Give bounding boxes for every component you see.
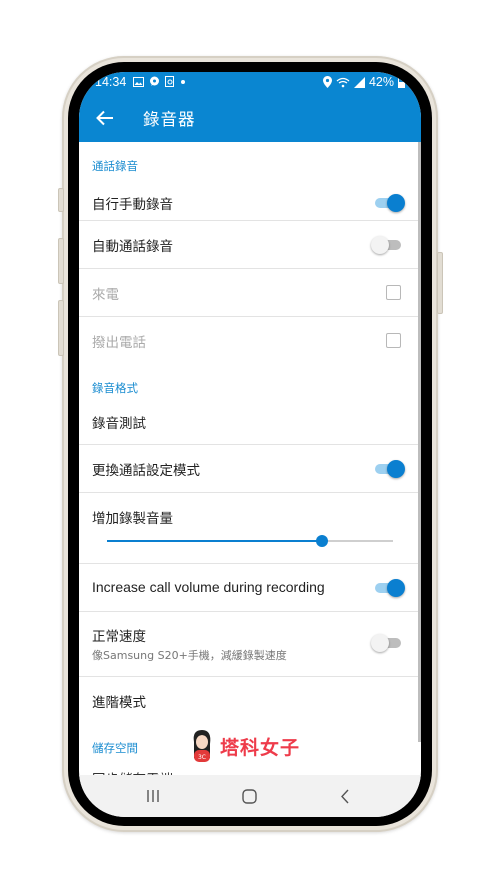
svg-text:3C: 3C [198,754,206,761]
section-header-recording-format: 錄音格式 [92,381,138,395]
setting-title: 增加錄製音量 [92,511,173,527]
battery-percent: 42% [368,75,394,89]
watermark-avatar-icon: 3C [193,730,211,762]
increase-call-volume-toggle[interactable] [373,579,405,597]
back-icon [341,789,349,803]
normal-speed-toggle[interactable] [371,634,403,652]
setting-normal-speed[interactable]: 正常速度 像Samsung S20+手機，減緩錄製速度 [79,612,421,676]
setting-title: 正常速度 [92,629,146,645]
setting-title: 錄音測試 [92,416,146,432]
battery-icon [398,76,405,88]
setting-subtitle: 像Samsung S20+手機，減緩錄製速度 [92,649,287,662]
location-icon [322,76,332,88]
watermark-text: 塔科女子 [220,736,301,759]
screenshot-icon [165,76,174,87]
setting-title: 來電 [92,287,119,303]
switch-call-mode-toggle[interactable] [373,460,405,478]
settings-list: 通話錄音 自行手動錄音 自動通話錄音 來電 撥出電話 錄音格式 錄音測試 更換通… [79,142,421,775]
section-header-call-recording: 通話錄音 [92,159,138,173]
setting-incoming[interactable]: 來電 [79,269,421,316]
volume-button-2 [58,238,64,284]
setting-advanced-mode[interactable]: 進階模式 [79,677,421,723]
slider-thumb[interactable] [315,535,328,547]
watermark: 3C 塔科女子 [188,728,300,764]
setting-auto-recording[interactable]: 自動通話錄音 [79,221,421,268]
setting-title: 自動通話錄音 [92,239,173,255]
setting-increase-volume: 增加錄製音量 [79,493,421,563]
back-button[interactable] [91,104,119,132]
volume-button [58,188,64,212]
power-button [437,252,443,314]
setting-title: Increase call volume during recording [92,579,325,595]
recents-button[interactable] [133,783,173,809]
setting-recording-test[interactable]: 錄音測試 [79,398,421,444]
status-bar: 14:34 42% [79,72,421,94]
slider-fill [107,540,322,542]
setting-title: 自行手動錄音 [92,197,173,213]
setting-title: 進階模式 [92,695,146,711]
scrollbar[interactable] [418,142,421,742]
navigation-bar [79,775,421,817]
setting-outgoing[interactable]: 撥出電話 [79,317,421,364]
volume-slider[interactable] [107,533,393,549]
section-header-storage: 儲存空間 [92,741,138,755]
outgoing-checkbox[interactable] [386,333,401,348]
gallery-icon [133,76,144,87]
messenger-icon [150,76,159,86]
side-button [58,300,64,356]
page-title: 錄音器 [143,110,196,129]
status-time: 14:34 [95,75,127,89]
setting-title: 撥出電話 [92,335,146,351]
setting-title: 更換通話設定模式 [92,463,200,479]
manual-recording-toggle[interactable] [373,194,405,212]
nav-back-button[interactable] [325,783,365,809]
recents-icon [147,790,159,802]
wifi-icon [336,77,350,87]
home-icon [241,788,257,804]
app-bar: 錄音器 [79,94,421,142]
arrow-left-icon [96,110,113,126]
partial-setting-title: 同步儲存雲端... [92,768,186,775]
incoming-checkbox[interactable] [386,285,401,300]
home-button[interactable] [229,783,269,809]
setting-manual-recording[interactable]: 自行手動錄音 [79,178,421,226]
setting-increase-call-volume[interactable]: Increase call volume during recording [79,564,421,611]
setting-switch-call-mode[interactable]: 更換通話設定模式 [79,445,421,492]
dot-icon [181,79,185,84]
screen: 14:34 42% 錄音器 通話錄音 自行手動錄音 自動通話錄音 來電 撥出電話… [79,72,421,817]
signal-icon [353,76,365,88]
auto-recording-toggle[interactable] [371,236,403,254]
